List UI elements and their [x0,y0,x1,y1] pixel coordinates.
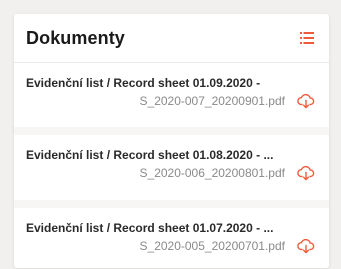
document-title: Evidenční list / Record sheet 01.07.2020… [26,221,274,235]
document-item[interactable]: Evidenční list / Record sheet 01.07.2020… [14,208,329,268]
documents-panel: Dokumenty Evidenční list / Record sheet … [14,14,329,268]
list-icon[interactable] [297,28,317,48]
document-meta: S_2020-007_20200901.pdf [26,93,317,109]
document-title: Evidenční list / Record sheet 01.09.2020… [26,76,261,90]
panel-header: Dokumenty [14,14,329,62]
cloud-download-icon[interactable] [297,238,315,254]
list-divider [14,200,329,208]
list-divider [14,127,329,135]
document-meta: S_2020-005_20200701.pdf [26,238,317,254]
document-filename: S_2020-005_20200701.pdf [139,238,285,253]
cloud-download-icon[interactable] [297,93,315,109]
document-item[interactable]: Evidenční list / Record sheet 01.09.2020… [14,62,329,127]
panel-title: Dokumenty [26,27,125,48]
document-filename: S_2020-007_20200901.pdf [139,93,285,108]
document-filename: S_2020-006_20200801.pdf [139,165,285,180]
cloud-download-icon[interactable] [297,165,315,181]
document-title: Evidenční list / Record sheet 01.08.2020… [26,148,274,162]
document-item[interactable]: Evidenční list / Record sheet 01.08.2020… [14,135,329,200]
document-meta: S_2020-006_20200801.pdf [26,165,317,181]
